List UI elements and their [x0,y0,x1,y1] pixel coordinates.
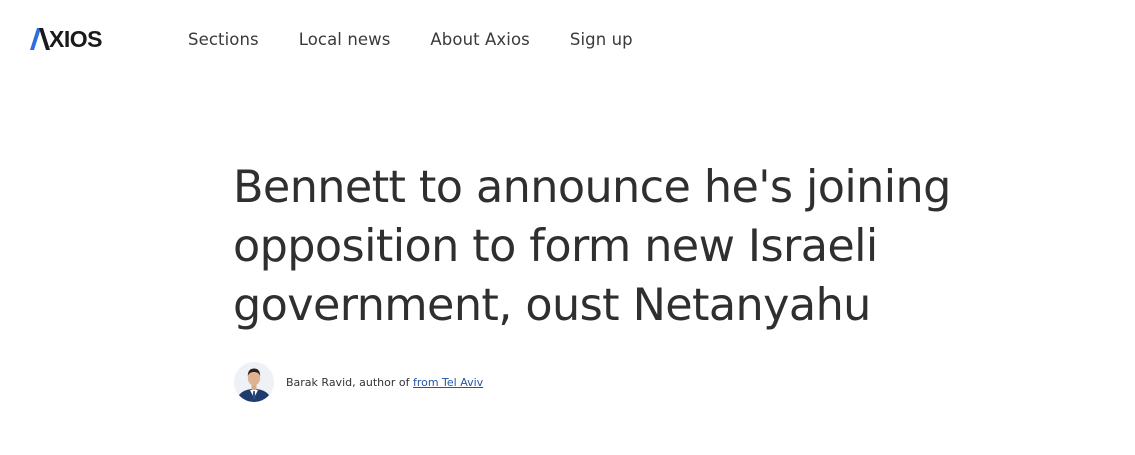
site-header: XIOS Sections Local news About Axios Sig… [0,0,1135,80]
logo-text: XIOS [49,26,102,52]
author-avatar-icon[interactable] [234,362,274,402]
nav-about-axios[interactable]: About Axios [430,29,529,51]
byline-location-link[interactable]: from Tel Aviv [413,376,483,389]
nav-local-news[interactable]: Local news [299,29,391,51]
article-byline: Barak Ravid, author of from Tel Aviv [234,362,483,402]
nav-sign-up[interactable]: Sign up [570,29,633,51]
main-nav: Sections Local news About Axios Sign up [188,29,673,51]
byline-author: Barak Ravid, author of [286,375,413,389]
logo-a-icon [30,28,50,50]
nav-sections[interactable]: Sections [188,29,259,51]
avatar-portrait-icon [234,362,274,402]
axios-logo[interactable]: XIOS [30,26,102,52]
byline-text: Barak Ravid, author of from Tel Aviv [286,376,483,389]
article-headline: Bennett to announce he's joining opposit… [233,162,951,331]
